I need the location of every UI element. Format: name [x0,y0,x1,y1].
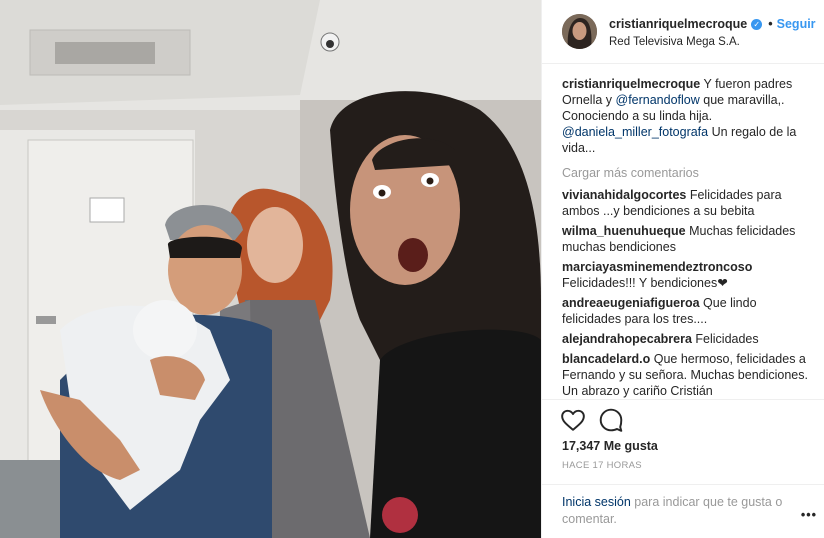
comment-username[interactable]: vivianahidalgocortes [562,188,686,202]
login-prompt: Inicia sesión para indicar que te gusta … [542,484,824,528]
likes-count[interactable]: 17,347 Me gusta [562,439,658,453]
comment-username[interactable]: marciayasminemendeztroncoso [562,260,752,274]
avatar-image [562,14,597,49]
caption-username[interactable]: cristianriquelmecroque [562,77,700,91]
comment-username[interactable]: wilma_huenuhueque [562,224,686,238]
comment-item: alejandrahopecabrera Felicidades [562,331,812,347]
login-link[interactable]: Inicia sesión [562,495,631,509]
comment-item: blancadelard.o Que hermoso, felicidades … [562,351,812,398]
comment-item: marciayasminemendeztroncoso Felicidades!… [562,259,812,291]
post-header: cristianriquelmecroque ✓ • Seguir Red Telev… [542,0,824,64]
caption-mention-fernandoflow[interactable]: @fernandoflow [616,93,700,107]
more-options-icon[interactable]: ••• [801,508,817,522]
comment-username[interactable]: alejandrahopecabrera [562,332,692,346]
comments-list[interactable]: cristianriquelmecroque Y fueron padres O… [562,76,812,398]
post-actions: 17,347 Me gusta HACE 17 HORAS Inicia ses… [542,399,824,538]
avatar[interactable] [562,14,597,49]
header-username[interactable]: cristianriquelmecroque [609,17,747,31]
header-username-line: cristianriquelmecroque ✓ • Seguir [609,17,816,31]
location-link[interactable]: Red Televisiva Mega S.A. [609,36,740,48]
selfie-photo-illustration [0,0,541,538]
comment-icon[interactable] [598,407,624,433]
separator-dot: • [768,17,773,31]
comment-text: Felicidades [695,332,759,346]
post-photo[interactable] [0,0,541,538]
post-sidebar: cristianriquelmecroque ✓ • Seguir Red Telev… [541,0,824,538]
load-more-comments-button[interactable]: Cargar más comentarios [562,165,812,181]
heart-icon[interactable] [560,407,586,433]
comment-item: vivianahidalgocortes Felicidades para am… [562,187,812,219]
comment-username[interactable]: blancadelard.o [562,352,650,366]
action-icons [560,407,624,433]
caption-mention-photographer[interactable]: @daniela_miller_fotografa [562,125,708,139]
comment-item: wilma_huenuhueque Muchas felicidades muc… [562,223,812,255]
comment-username[interactable]: andreaeugeniafigueroa [562,296,700,310]
verified-icon: ✓ [751,19,763,31]
comment-text: Felicidades!!! Y bendiciones❤ [562,276,728,290]
post-timestamp[interactable]: HACE 17 HORAS [562,460,642,471]
follow-button[interactable]: Seguir [777,17,816,31]
caption: cristianriquelmecroque Y fueron padres O… [562,76,812,156]
comment-item: andreaeugeniafigueroa Que lindo felicida… [562,295,812,327]
instagram-post: cristianriquelmecroque ✓ • Seguir Red Telev… [0,0,824,538]
